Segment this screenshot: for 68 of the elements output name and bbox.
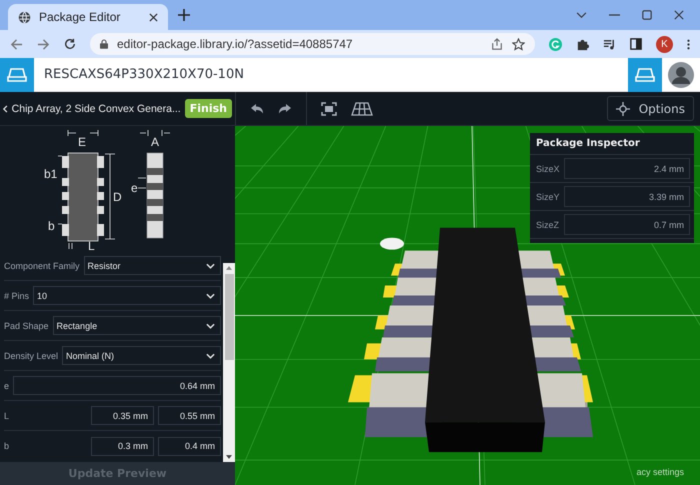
size-field[interactable]: 0.7 mm — [564, 214, 690, 235]
lock-icon — [100, 39, 108, 49]
dropdown-field[interactable]: Resistor — [84, 256, 221, 275]
scroll-down-icon[interactable] — [226, 455, 232, 459]
field-label: Density Level — [4, 350, 58, 360]
package-view-button[interactable] — [628, 58, 662, 92]
scrollbar[interactable] — [223, 263, 235, 462]
chevron-down-icon[interactable] — [576, 12, 587, 18]
dropdown-field[interactable]: Rectangle — [52, 316, 221, 335]
package-name: Chip Array, 2 Side Convex Genera... — [12, 102, 181, 114]
profile-avatar[interactable]: K — [656, 36, 673, 52]
back-chevron-icon[interactable] — [3, 104, 8, 114]
browser-tab[interactable]: Package Editor — [8, 4, 168, 30]
package-dimension-drawing: E A b1 D e b L — [0, 126, 235, 251]
puzzle-icon[interactable] — [576, 38, 589, 50]
url-text: editor-package.library.io/?assetid=40885747 — [117, 37, 353, 51]
size-label: SizeY — [536, 192, 560, 202]
input-field[interactable]: 0.4 mm — [158, 436, 221, 456]
star-icon[interactable] — [512, 38, 525, 50]
field-label: e — [4, 380, 10, 390]
chevron-down-icon — [206, 352, 215, 358]
dropdown-field[interactable]: Nominal (N) — [62, 346, 221, 365]
chevron-down-icon — [206, 262, 215, 268]
input-field[interactable]: 0.3 mm — [91, 436, 154, 456]
reload-icon[interactable] — [64, 38, 76, 50]
back-icon[interactable] — [10, 38, 23, 50]
logo-button[interactable] — [0, 58, 34, 92]
inspector-title: Package Inspector — [530, 133, 694, 155]
address-bar[interactable]: editor-package.library.io/?assetid=40885747 — [90, 33, 535, 55]
size-field[interactable]: 2.4 mm — [564, 158, 690, 179]
input-field[interactable]: 0.64 mm — [13, 376, 221, 395]
new-tab-icon[interactable] — [178, 9, 190, 21]
close-icon[interactable] — [149, 12, 158, 22]
undo-icon[interactable] — [250, 102, 264, 114]
field-label: Pad Shape — [4, 320, 49, 330]
field-label: L — [4, 410, 10, 420]
size-field[interactable]: 3.39 mm — [564, 186, 690, 207]
sidebar-icon[interactable] — [630, 38, 642, 50]
globe-icon — [18, 10, 31, 24]
media-icon[interactable] — [603, 38, 616, 50]
grid-icon[interactable] — [351, 102, 373, 116]
chevron-down-icon — [206, 322, 215, 328]
field-label: # Pins — [4, 290, 30, 300]
field-label: Component Family — [4, 260, 80, 270]
size-label: SizeX — [536, 164, 560, 174]
field-label: b — [4, 441, 10, 451]
package-title: RESCAXS64P330X210X70-10N — [44, 67, 244, 82]
fit-view-icon[interactable] — [321, 102, 337, 116]
redo-icon[interactable] — [278, 102, 292, 114]
chevron-down-icon — [206, 292, 215, 298]
package-icon — [635, 66, 655, 82]
size-label: SizeZ — [536, 220, 560, 230]
menu-icon[interactable] — [687, 38, 690, 50]
dropdown-field[interactable]: 10 — [33, 286, 221, 305]
maximize-icon[interactable] — [642, 10, 652, 20]
close-icon[interactable] — [674, 10, 684, 20]
user-avatar-icon[interactable] — [668, 62, 694, 88]
privacy-settings-link[interactable]: acy settings — [636, 467, 684, 477]
minimize-icon[interactable] — [609, 14, 620, 16]
input-field[interactable]: 0.35 mm — [91, 406, 154, 425]
tab-title: Package Editor — [39, 10, 122, 24]
package-icon — [7, 66, 27, 82]
share-icon[interactable] — [491, 38, 503, 50]
forward-icon[interactable] — [37, 38, 50, 50]
input-field[interactable]: 0.55 mm — [158, 406, 221, 425]
scroll-up-icon[interactable] — [226, 266, 232, 270]
options-button[interactable]: Options — [606, 96, 694, 121]
crosshair-icon — [616, 102, 630, 116]
